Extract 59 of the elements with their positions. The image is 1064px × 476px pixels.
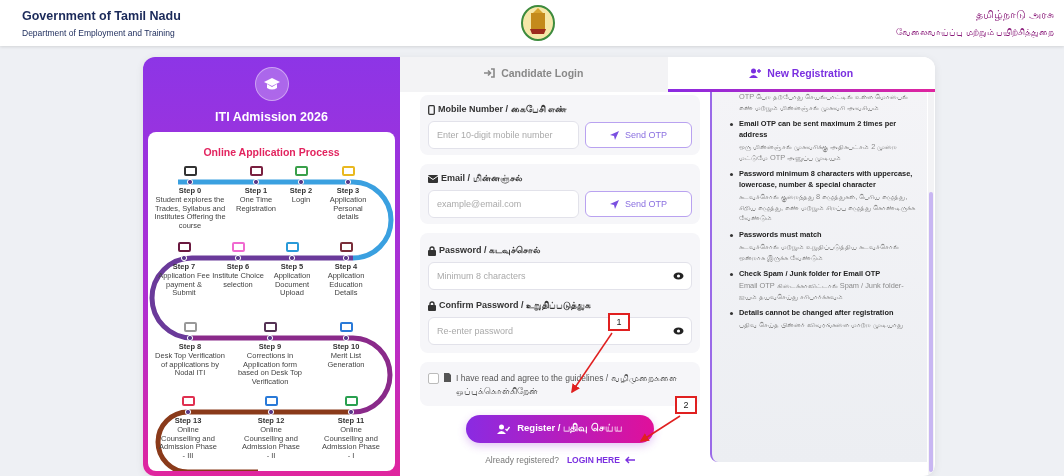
step-icon bbox=[294, 166, 308, 176]
step-icon bbox=[181, 396, 195, 406]
document-icon bbox=[444, 373, 451, 382]
bullet-icon bbox=[730, 123, 733, 127]
register-button[interactable]: Register / பதிவு செய்ய bbox=[466, 414, 654, 443]
step-icon bbox=[341, 166, 355, 176]
field-label: Password / கடவுச்சொல் bbox=[439, 245, 541, 256]
step-icon bbox=[339, 322, 353, 332]
user-check-icon bbox=[497, 423, 511, 434]
step-icon bbox=[263, 322, 277, 332]
input-field[interactable]: example@email.com bbox=[428, 190, 579, 218]
step-icon bbox=[231, 242, 245, 252]
state-emblem-icon bbox=[521, 5, 555, 41]
add-user-icon bbox=[749, 68, 762, 78]
callout-number: 1 bbox=[608, 313, 630, 331]
step-icon bbox=[183, 322, 197, 332]
graduation-cap-icon bbox=[254, 67, 289, 101]
step-icon bbox=[264, 396, 278, 406]
checkbox[interactable] bbox=[428, 373, 439, 384]
lock-icon bbox=[428, 300, 436, 311]
bullet-icon bbox=[730, 312, 733, 316]
eye-icon bbox=[673, 272, 684, 280]
bullet-icon bbox=[730, 173, 733, 177]
header-title-tamil: தமிழ்நாடு அரசு bbox=[975, 8, 1054, 22]
input-field[interactable]: Enter 10-digit mobile number bbox=[428, 121, 579, 149]
send-otp-button[interactable]: Send OTP bbox=[585, 122, 692, 148]
mobile-phone-icon bbox=[428, 104, 435, 115]
callout-number: 2 bbox=[675, 396, 697, 414]
header-subtitle-tamil: வேலைவாய்ப்பு மற்றும் பயிற்சித்துறை bbox=[896, 27, 1054, 38]
step-icon bbox=[285, 242, 299, 252]
step-icon bbox=[177, 242, 191, 252]
tab[interactable]: New Registration bbox=[667, 57, 935, 92]
step-icon bbox=[249, 166, 263, 176]
annotation-arrow bbox=[639, 415, 681, 442]
field-label: Email / மின்னஞ்சல் bbox=[441, 173, 522, 184]
bullet-icon bbox=[730, 234, 733, 238]
promo-title: ITI Admission 2026 bbox=[215, 110, 328, 124]
login-link[interactable]: LOGIN HERE bbox=[566, 454, 635, 465]
login-prompt: Already registered? bbox=[485, 454, 559, 465]
header-subtitle: Department of Employment and Training bbox=[22, 27, 176, 38]
step-icon bbox=[339, 242, 353, 252]
send-icon bbox=[610, 130, 619, 140]
step-icon bbox=[183, 166, 197, 176]
header-title: Government of Tamil Nadu bbox=[22, 8, 182, 23]
bullet-icon bbox=[730, 273, 733, 277]
field-label: Mobile Number / கைபேசி எண் bbox=[438, 104, 566, 115]
login-icon bbox=[484, 68, 496, 78]
eye-icon bbox=[673, 327, 684, 335]
send-otp-button[interactable]: Send OTP bbox=[585, 191, 692, 217]
scrollbar[interactable] bbox=[928, 92, 934, 476]
envelope-icon bbox=[428, 174, 438, 183]
field-label: Confirm Password / உறுதிப்படுத்துக bbox=[439, 300, 592, 311]
lock-icon bbox=[428, 245, 436, 256]
password-field[interactable]: Minimum 8 characters bbox=[428, 262, 692, 290]
tab[interactable]: Candidate Login bbox=[400, 57, 668, 92]
process-title: Online Application Process bbox=[202, 146, 341, 158]
step-icon bbox=[344, 396, 358, 406]
send-icon bbox=[610, 199, 619, 209]
arrow-left-icon bbox=[624, 455, 635, 464]
